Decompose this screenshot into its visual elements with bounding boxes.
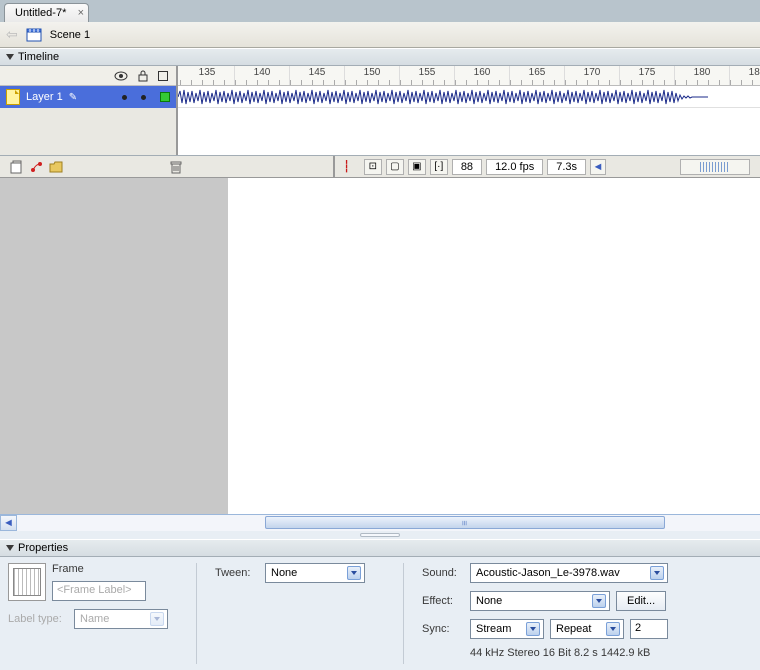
insert-layer-button[interactable] xyxy=(8,159,24,175)
scrollbar-track[interactable] xyxy=(17,515,760,531)
scroll-left-button[interactable]: ◄ xyxy=(590,159,606,175)
frame-rate-value[interactable]: 12.0 fps xyxy=(486,159,543,175)
elapsed-time-value: 7.3s xyxy=(547,159,586,175)
label-type-select: Name xyxy=(74,609,168,629)
sound-select[interactable]: Acoustic-Jason_Le-3978.wav xyxy=(470,563,668,583)
lock-icon[interactable] xyxy=(136,69,150,83)
chevron-down-icon xyxy=(150,612,164,626)
center-frame-button[interactable]: ⊡ xyxy=(364,159,382,175)
ruler-tick: 185 xyxy=(730,66,760,85)
lock-dot[interactable] xyxy=(141,95,146,100)
add-motion-guide-button[interactable] xyxy=(28,159,44,175)
horizontal-scrollbar[interactable]: ◄ xyxy=(0,514,760,531)
ruler-tick: 155 xyxy=(400,66,455,85)
panel-resize-handle[interactable] xyxy=(0,531,760,539)
sync-count-input[interactable]: 2 xyxy=(630,619,668,639)
scrollbar-thumb[interactable] xyxy=(265,516,665,529)
tab-title: Untitled-7* xyxy=(15,7,66,19)
timeline-panel-header[interactable]: Timeline xyxy=(0,48,760,66)
insert-layer-folder-button[interactable] xyxy=(48,159,64,175)
collapse-icon[interactable] xyxy=(6,545,14,551)
timeline-scrollbar[interactable] xyxy=(680,159,750,175)
document-tab[interactable]: Untitled-7* × xyxy=(4,3,89,22)
ruler-tick: 135 xyxy=(180,66,235,85)
frame-thumbnail xyxy=(8,563,46,601)
onion-skin-button[interactable]: ▢ xyxy=(386,159,404,175)
sync-label: Sync: xyxy=(422,623,464,635)
stage-canvas[interactable] xyxy=(228,178,760,514)
ruler-tick: 150 xyxy=(345,66,400,85)
effect-select[interactable]: None xyxy=(470,591,610,611)
ruler-tick: 145 xyxy=(290,66,345,85)
edit-button[interactable]: Edit... xyxy=(616,591,666,611)
chevron-down-icon xyxy=(347,566,361,580)
track-column: 135 140 145 150 155 160 165 170 175 180 … xyxy=(178,66,760,155)
chevron-down-icon xyxy=(526,622,540,636)
scroll-left-icon[interactable]: ◄ xyxy=(0,515,17,531)
tween-select[interactable]: None xyxy=(265,563,365,583)
scene-name[interactable]: Scene 1 xyxy=(50,29,90,41)
delete-layer-button[interactable] xyxy=(168,159,184,175)
collapse-icon[interactable] xyxy=(6,54,14,60)
scene-icon xyxy=(26,28,42,42)
tween-label: Tween: xyxy=(215,567,259,579)
layer-column-header xyxy=(0,66,176,86)
edit-multiple-frames-button[interactable]: [·] xyxy=(430,159,448,175)
ruler-tick: 180 xyxy=(675,66,730,85)
pencil-icon: ✎ xyxy=(69,92,77,103)
layer-name: Layer 1 xyxy=(26,91,63,103)
outline-color-swatch[interactable] xyxy=(160,92,170,102)
label-type-label: Label type: xyxy=(8,613,68,625)
chevron-down-icon xyxy=(650,566,664,580)
timeline-body: Layer 1 ✎ 135 140 145 150 155 160 165 17… xyxy=(0,66,760,156)
sync-select[interactable]: Stream xyxy=(470,619,544,639)
back-arrow-icon[interactable]: ⇦ xyxy=(6,26,18,43)
frame-label-placeholder: <Frame Label> xyxy=(57,584,132,596)
properties-panel-header[interactable]: Properties xyxy=(0,539,760,557)
frame-label-input[interactable]: <Frame Label> xyxy=(52,581,146,601)
stage-area[interactable] xyxy=(0,178,760,514)
scene-bar: ⇦ Scene 1 xyxy=(0,22,760,48)
ruler-tick: 140 xyxy=(235,66,290,85)
timeline-title: Timeline xyxy=(18,51,59,63)
pasteboard-area xyxy=(0,178,228,514)
playhead-icon: ┆ xyxy=(343,160,350,173)
layer-column: Layer 1 ✎ xyxy=(0,66,178,155)
effect-label: Effect: xyxy=(422,595,464,607)
audio-waveform xyxy=(178,86,708,107)
tab-bar: Untitled-7* × xyxy=(0,0,760,22)
ruler-tick: 175 xyxy=(620,66,675,85)
properties-title: Properties xyxy=(18,542,68,554)
layer-row[interactable]: Layer 1 ✎ xyxy=(0,86,176,108)
frame-type-label: Frame xyxy=(52,563,146,575)
divider xyxy=(196,563,197,664)
visibility-icon[interactable] xyxy=(114,69,128,83)
ruler-tick: 160 xyxy=(455,66,510,85)
sound-info: 44 kHz Stereo 16 Bit 8.2 s 1442.9 kB xyxy=(470,647,650,659)
timeline-footer: ┆ ⊡ ▢ ▣ [·] 88 12.0 fps 7.3s ◄ xyxy=(0,156,760,178)
sound-label: Sound: xyxy=(422,567,464,579)
onion-skin-outlines-button[interactable]: ▣ xyxy=(408,159,426,175)
divider xyxy=(403,563,404,664)
ruler-tick: 170 xyxy=(565,66,620,85)
visibility-dot[interactable] xyxy=(122,95,127,100)
chevron-down-icon xyxy=(606,622,620,636)
chevron-down-icon xyxy=(592,594,606,608)
layer-icon xyxy=(6,89,20,105)
frame-ruler[interactable]: 135 140 145 150 155 160 165 170 175 180 … xyxy=(178,66,760,86)
outline-icon[interactable] xyxy=(158,71,168,81)
sync-repeat-select[interactable]: Repeat xyxy=(550,619,624,639)
track-row[interactable] xyxy=(178,86,760,108)
current-frame-value[interactable]: 88 xyxy=(452,159,482,175)
close-icon[interactable]: × xyxy=(78,7,84,19)
properties-body: Frame <Frame Label> Label type: Name Twe… xyxy=(0,557,760,670)
ruler-tick: 165 xyxy=(510,66,565,85)
